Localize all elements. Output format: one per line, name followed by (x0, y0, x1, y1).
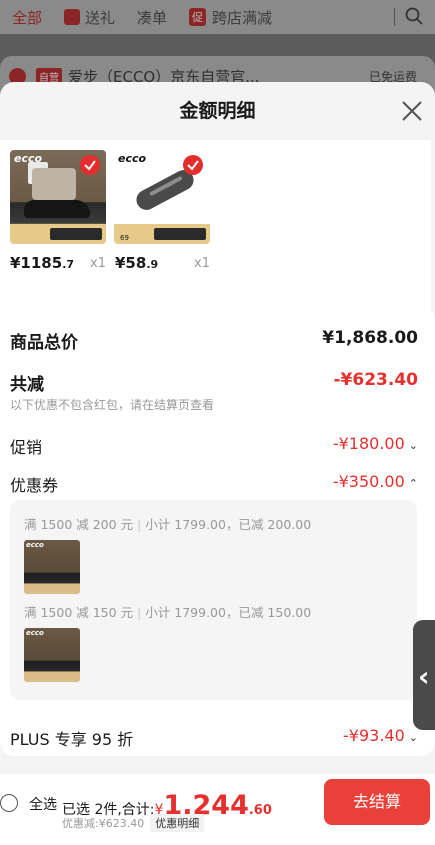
promo-tag: 促 (189, 7, 207, 26)
plus-discount-row[interactable]: -¥93.40 ⌄ (343, 726, 418, 745)
coupon-row[interactable]: -¥350.00 ⌃ (333, 472, 418, 491)
tab-all[interactable]: 全部 (12, 7, 42, 28)
discount-note: 以下优惠不包含红包，请在结算页查看 (10, 398, 215, 412)
discount-summary: 优惠减:¥623.40 优惠明细 (62, 814, 205, 832)
gift-icon (64, 8, 81, 25)
side-float-tab[interactable]: ‹ (413, 620, 435, 730)
promo-strip-text (50, 228, 102, 240)
promo-value: -¥180.00 (332, 434, 405, 453)
tab-bundle[interactable]: 凑单 (137, 7, 167, 28)
chevron-down-icon: ⌄ (408, 731, 418, 744)
close-icon[interactable] (401, 100, 423, 122)
promo-label: 促销 (10, 438, 43, 457)
coupon-rule-line: 满 1500 减 150 元 | 小计 1799.00，已减 150.00 (24, 605, 312, 620)
selected-check-icon[interactable] (80, 155, 100, 175)
price-detail-card: 商品总价 ¥1,868.00 共减 -¥623.40 以下优惠不包含红包，请在结… (0, 306, 435, 756)
product-brand-logo: ecco (26, 541, 44, 549)
sheet-title: 金额明细 (179, 100, 256, 122)
discount-total-label: 共减 (10, 375, 44, 395)
top-tab-bar: 全部 送礼 凑单 促跨店满减 (0, 0, 435, 34)
tab-cross-store[interactable]: 促跨店满减 (189, 7, 272, 28)
chevron-down-icon: ⌄ (408, 439, 418, 452)
tab-gift[interactable]: 送礼 (64, 7, 115, 28)
plus-discount-value: -¥93.40 (343, 726, 405, 745)
separator: | (137, 517, 142, 532)
coupon-label: 优惠券 (10, 476, 59, 495)
amount-detail-sheet: 金额明细 ecco ecco 69 ¥1185.7 x1 ¥58.9 x1 商品… (0, 82, 435, 845)
shoe-sole (24, 200, 90, 218)
checkout-button[interactable]: 去结算 (324, 779, 430, 825)
chevron-left-icon: ‹ (418, 660, 430, 693)
select-all-label[interactable]: 全选 (29, 794, 57, 814)
price-badge: 69 (120, 234, 129, 242)
chevron-up-icon: ⌃ (408, 477, 418, 490)
plus-discount-label: PLUS 专享 95 折 (10, 730, 134, 749)
product-quantity: x1 (90, 256, 106, 271)
product-brand-logo: ecco (118, 152, 147, 165)
checkout-bar: 全选 已选 2件,合计:¥1,244.60 优惠减:¥623.40 优惠明细 去结… (0, 774, 435, 845)
coupon-details: 满 1500 减 200 元 | 小计 1799.00，已减 200.00 ecco… (10, 500, 417, 700)
goods-total-label: 商品总价 (10, 333, 78, 353)
discount-total-value: -¥623.40 (333, 370, 419, 390)
product-brand-logo: ecco (26, 629, 44, 637)
promo-row[interactable]: -¥180.00 ⌄ (333, 434, 418, 453)
product-price: ¥1185.7 (10, 254, 75, 272)
coupon-rule-line: 满 1500 减 200 元 | 小计 1799.00，已减 200.00 (24, 517, 312, 532)
coupon-value: -¥350.00 (332, 472, 405, 491)
divider (394, 8, 395, 26)
selected-check-icon[interactable] (183, 155, 203, 175)
product-quantity: x1 (194, 256, 210, 271)
coupon-product-thumbnail[interactable]: ecco (24, 628, 80, 682)
select-all-radio[interactable] (0, 794, 18, 812)
shoe-upper (32, 168, 76, 200)
promo-strip-text (154, 228, 206, 240)
coupon-product-thumbnail[interactable]: ecco (24, 540, 80, 594)
search-icon[interactable] (405, 7, 423, 25)
discount-detail-link[interactable]: 优惠明细 (150, 814, 205, 832)
separator: | (137, 605, 142, 620)
goods-total-value: ¥1,868.00 (322, 328, 418, 348)
product-price: ¥58.9 (115, 254, 159, 272)
